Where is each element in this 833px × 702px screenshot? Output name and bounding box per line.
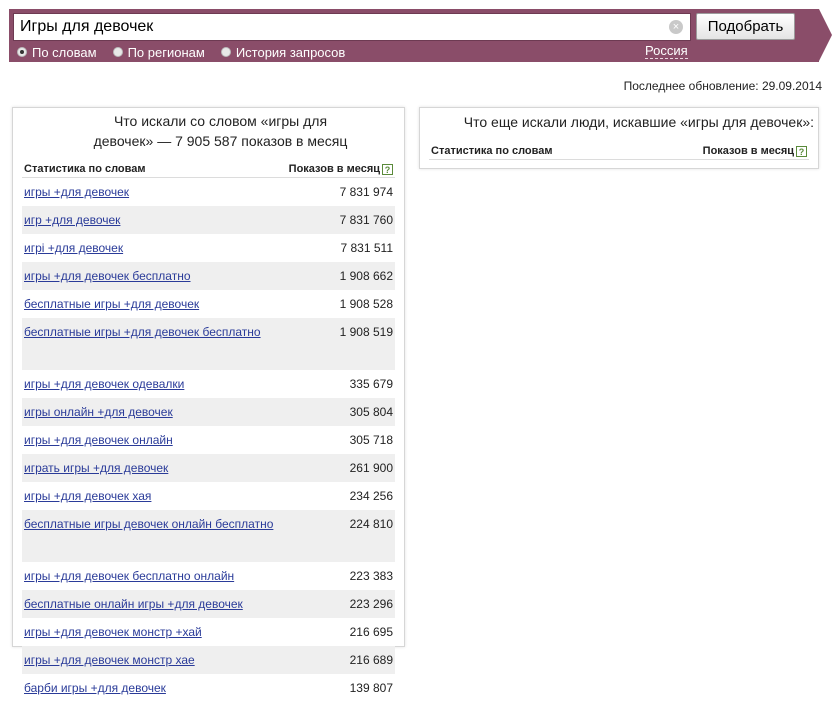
keyword-link[interactable]: игры +для девочек монстр хае (24, 652, 195, 668)
table-row: игры +для девочек бесплатно онлайн 223 38… (22, 562, 395, 590)
impressions-count: 223 296 (349, 597, 393, 611)
search-input[interactable] (13, 13, 691, 41)
column-header-count-label: Показов в месяц (288, 162, 380, 175)
keyword-link[interactable]: игр +для девочек (24, 212, 120, 228)
keyword-stats-panel: Что искали со словом «игры для девочек» … (12, 107, 405, 695)
table-row: бесплатные игры девочек онлайн бесплатно… (22, 510, 395, 562)
impressions-count: 223 383 (349, 569, 393, 583)
keyword-link[interactable]: бесплатные игры девочек онлайн бесплатно (24, 516, 273, 532)
keyword-link[interactable]: игры онлайн +для девочек (24, 404, 173, 420)
related-panel-title: Что еще искали люди, искавшие «игры для … (463, 114, 814, 130)
impressions-count: 216 695 (349, 625, 393, 639)
radio-label: По словам (32, 44, 97, 60)
radio-unchecked-icon[interactable] (112, 47, 123, 57)
keyword-link[interactable]: игры +для девочек хая (24, 488, 151, 504)
radio-query-history[interactable]: История запросов (220, 44, 346, 60)
related-queries-panel: Что еще искали люди, искавшие «игры для … (419, 107, 819, 169)
column-header-count-label: Показов в месяц (702, 144, 794, 157)
table-row: бесплатные онлайн игры +для девочек 223 2… (22, 590, 395, 618)
table-row: игрi +для девочек 7 831 511 (22, 234, 395, 262)
region-link[interactable]: Россия (645, 43, 688, 59)
keyword-link[interactable]: игрi +для девочек (24, 240, 123, 256)
impressions-count: 7 831 511 (340, 241, 394, 255)
impressions-count: 7 831 760 (339, 213, 393, 227)
impressions-count: 335 679 (349, 377, 393, 391)
clear-icon[interactable]: × (669, 20, 683, 34)
table-row: игры +для девочек одевалки 335 679 (22, 370, 395, 398)
keyword-link[interactable]: игры +для девочек (24, 184, 129, 200)
table-row: игры +для девочек монстр +хай 216 695 (22, 618, 395, 646)
search-mode-radios: По словам По регионам История запросов (17, 44, 361, 60)
keyword-link[interactable]: играть игры +для девочек (24, 460, 168, 476)
column-header-words: Статистика по словам (431, 144, 553, 157)
column-header-count: Показов в месяц? (289, 163, 393, 175)
impressions-count: 1 908 528 (339, 297, 393, 311)
table-row: игр +для девочек 7 831 760 (22, 206, 395, 234)
keyword-link[interactable]: игры +для девочек бесплатно (24, 268, 191, 284)
panel-title-line2: девочек» — 7 905 587 показов в месяц (93, 133, 348, 149)
keyword-link[interactable]: игры +для девочек онлайн (24, 432, 173, 448)
table-header: Статистика по словам Показов в месяц? (429, 142, 809, 160)
table-header: Статистика по словам Показов в месяц? (22, 160, 395, 178)
keyword-link[interactable]: игры +для девочек одевалки (24, 376, 184, 392)
radio-unchecked-icon[interactable] (220, 47, 231, 57)
impressions-count: 305 718 (349, 433, 393, 447)
panel-title-line1: Что искали со словом «игры для (113, 113, 328, 129)
column-header-words: Статистика по словам (24, 162, 146, 175)
table-row: бесплатные игры +для девочек 1 908 528 (22, 290, 395, 318)
table-row: бесплатные игры +для девочек бесплатно 1 … (22, 318, 395, 370)
table-row: игры +для девочек бесплатно 1 908 662 (22, 262, 395, 290)
search-bar: × Подобрать По словам По регионам Истори… (9, 9, 832, 62)
radio-checked-icon[interactable] (17, 47, 27, 57)
pick-button[interactable]: Подобрать (696, 13, 795, 40)
impressions-count: 139 807 (349, 681, 393, 695)
radio-label: По регионам (127, 44, 205, 60)
keyword-link[interactable]: бесплатные игры +для девочек (24, 296, 199, 312)
help-icon[interactable]: ? (796, 145, 807, 157)
column-header-count: Показов в месяц? (703, 145, 807, 157)
impressions-count: 1 908 662 (339, 269, 393, 283)
radio-label: История запросов (235, 44, 346, 60)
table-row: игры +для девочек хая 234 256 (22, 482, 395, 510)
impressions-count: 216 689 (349, 653, 393, 667)
table-row: игры онлайн +для девочек 305 804 (22, 398, 395, 426)
keyword-link[interactable]: игры +для девочек бесплатно онлайн (24, 568, 234, 584)
table-row: игры +для девочек 7 831 974 (22, 178, 395, 206)
radio-by-regions[interactable]: По регионам (112, 44, 205, 60)
keyword-table: Статистика по словам Показов в месяц? иг… (22, 160, 395, 702)
table-row: играть игры +для девочек 261 900 (22, 454, 395, 482)
table-row: игры +для девочек монстр хае 216 689 (22, 646, 395, 674)
related-table: Статистика по словам Показов в месяц? (429, 142, 809, 160)
impressions-count: 305 804 (349, 405, 393, 419)
keyword-link[interactable]: барби игры +для девочек (24, 680, 166, 696)
last-update: Последнее обновление: 29.09.2014 (623, 79, 822, 93)
help-icon[interactable]: ? (382, 163, 393, 175)
table-row: барби игры +для девочек 139 807 (22, 674, 395, 702)
impressions-count: 234 256 (349, 489, 393, 503)
impressions-count: 7 831 974 (339, 185, 393, 199)
table-row: игры +для девочек онлайн 305 718 (22, 426, 395, 454)
impressions-count: 1 908 519 (339, 325, 393, 339)
panel-title: Что искали со словом «игры для девочек» … (13, 108, 404, 151)
keyword-link[interactable]: бесплатные игры +для девочек бесплатно (24, 324, 261, 340)
impressions-count: 224 810 (349, 517, 393, 531)
keyword-link[interactable]: игры +для девочек монстр +хай (24, 624, 202, 640)
table-body: игры +для девочек 7 831 974 игр +для девоч… (22, 178, 395, 702)
impressions-count: 261 900 (349, 461, 393, 475)
radio-by-words[interactable]: По словам (17, 44, 97, 60)
keyword-link[interactable]: бесплатные онлайн игры +для девочек (24, 596, 243, 612)
